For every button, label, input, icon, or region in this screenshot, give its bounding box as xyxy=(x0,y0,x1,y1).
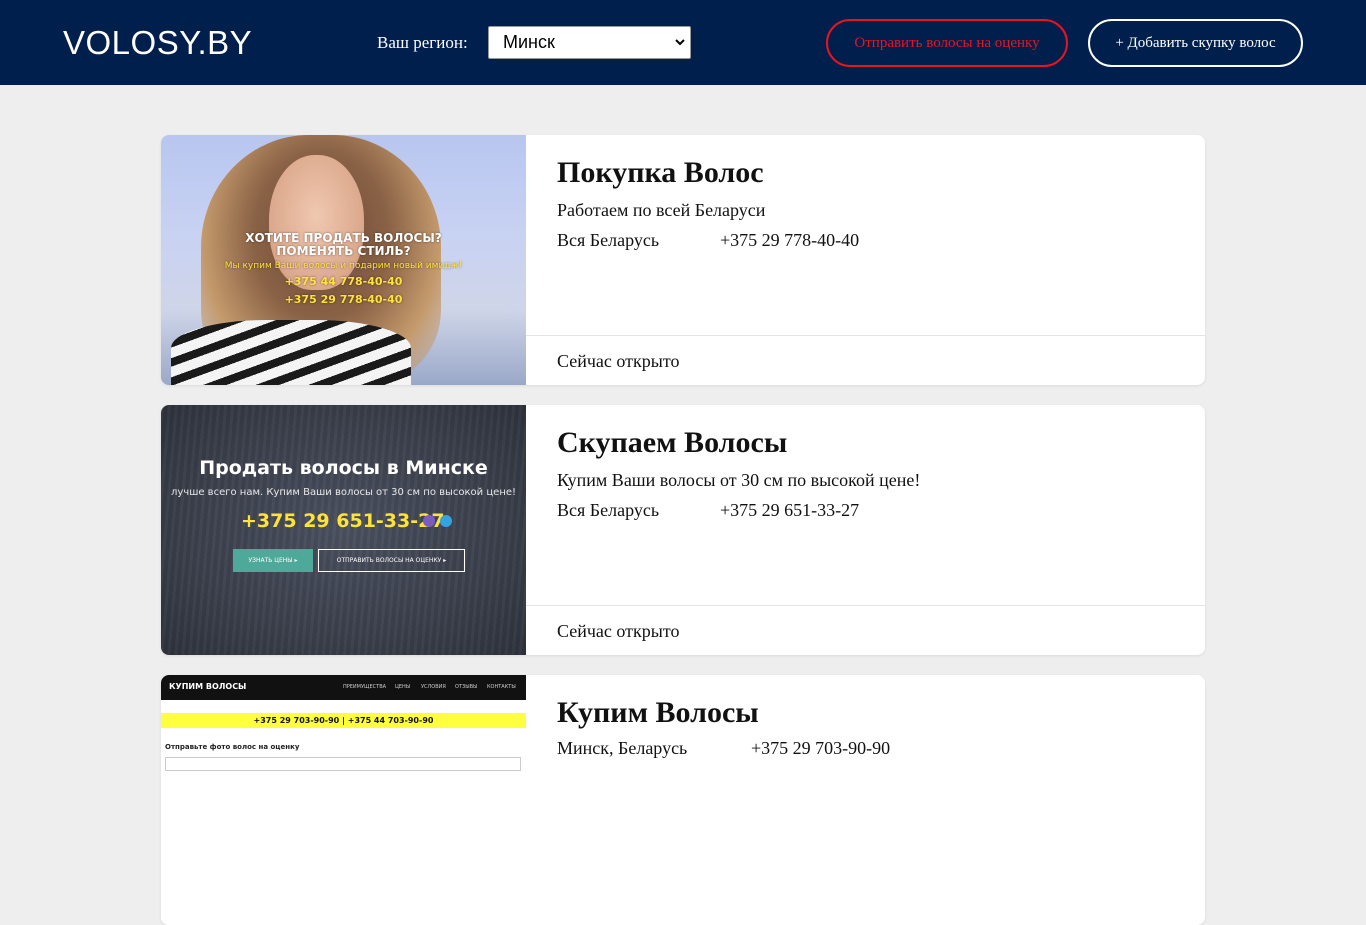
thumb-phone: +375 29 651-33-27 xyxy=(241,510,445,532)
thumb-headline-1: ХОТИТЕ ПРОДАТЬ ВОЛОСЫ? xyxy=(245,231,442,245)
listing-phone[interactable]: +375 29 651-33-27 xyxy=(720,500,859,521)
listing-thumbnail[interactable]: ХОТИТЕ ПРОДАТЬ ВОЛОСЫ? ПОМЕНЯТЬ СТИЛЬ? М… xyxy=(161,135,526,385)
chevron-down-icon xyxy=(675,39,685,46)
send-hair-evaluation-button[interactable]: Отправить волосы на оценку xyxy=(826,19,1068,67)
listing-phone[interactable]: +375 29 778-40-40 xyxy=(720,230,859,251)
thumb-striped-shirt xyxy=(171,320,411,385)
thumb-phone-1: +375 44 778-40-40 xyxy=(284,275,403,288)
site-logo[interactable]: VOLOSY.BY xyxy=(63,24,252,62)
listing-phone[interactable]: +375 29 703-90-90 xyxy=(751,738,890,759)
region-label: Ваш регион: xyxy=(377,33,468,52)
region-select[interactable]: Минск xyxy=(488,26,691,59)
site-header: VOLOSY.BY Ваш регион: Минск Отправить во… xyxy=(0,0,1366,85)
thumb-phone-2: +375 29 778-40-40 xyxy=(284,293,403,306)
listing-footer: Сейчас открыто xyxy=(526,605,1205,655)
open-status: Сейчас открыто xyxy=(557,351,680,371)
thumb-phone-bar: +375 29 703-90-90 | +375 44 703-90-90 xyxy=(161,713,526,728)
thumb-headline-2: ПОМЕНЯТЬ СТИЛЬ? xyxy=(276,244,411,258)
telegram-icon xyxy=(440,515,452,527)
listing-body: Скупаем Волосы Купим Ваши волосы от 30 с… xyxy=(526,405,1205,655)
listing-title[interactable]: Скупаем Волосы xyxy=(557,426,787,460)
thumb-nav-item: КОНТАКТЫ xyxy=(487,684,516,690)
listing-thumbnail[interactable]: Продать волосы в Минске лучше всего нам.… xyxy=(161,405,526,655)
thumb-form-field xyxy=(165,757,521,771)
listing-description: Работаем по всей Беларуси xyxy=(557,200,766,220)
thumb-evaluate-button: ОТПРАВИТЬ ВОЛОСЫ НА ОЦЕНКУ ▸ xyxy=(318,549,465,572)
open-status: Сейчас открыто xyxy=(557,621,680,641)
thumb-subtitle: лучше всего нам. Купим Ваши волосы от 30… xyxy=(170,487,517,498)
thumb-tagline: Мы купим Ваши волосы и подарим новый ими… xyxy=(224,261,463,271)
viber-icon xyxy=(423,515,435,527)
listing-title[interactable]: Купим Волосы xyxy=(557,696,759,730)
listing-thumbnail[interactable]: КУПИМ ВОЛОСЫ ПРЕИМУЩЕСТВА ЦЕНЫ УСЛОВИЯ О… xyxy=(161,675,526,925)
listing-location: Минск, Беларусь xyxy=(557,738,688,758)
listing-card[interactable]: Продать волосы в Минске лучше всего нам.… xyxy=(161,405,1205,655)
thumb-title: Продать волосы в Минске xyxy=(199,457,488,479)
listing-body: Покупка Волос Работаем по всей Беларуси … xyxy=(526,135,1205,385)
listing-location: Вся Беларусь xyxy=(557,230,660,250)
listing-description: Купим Ваши волосы от 30 см по высокой це… xyxy=(557,470,921,490)
listing-card[interactable]: КУПИМ ВОЛОСЫ ПРЕИМУЩЕСТВА ЦЕНЫ УСЛОВИЯ О… xyxy=(161,675,1205,925)
thumb-form-title: Отправьте фото волос на оценку xyxy=(165,743,300,751)
listing-location: Вся Беларусь xyxy=(557,500,660,520)
listing-body: Купим Волосы Минск, Беларусь +375 29 703… xyxy=(526,675,1205,925)
add-hair-buyer-button[interactable]: + Добавить скупку волос xyxy=(1088,19,1303,67)
thumb-nav-item: ОТЗЫВЫ xyxy=(455,684,478,690)
listing-title[interactable]: Покупка Волос xyxy=(557,156,764,190)
listing-footer: Сейчас открыто xyxy=(526,335,1205,385)
thumb-nav-item: ЦЕНЫ xyxy=(395,684,411,690)
thumb-brand: КУПИМ ВОЛОСЫ xyxy=(169,682,247,691)
listing-card[interactable]: ХОТИТЕ ПРОДАТЬ ВОЛОСЫ? ПОМЕНЯТЬ СТИЛЬ? М… xyxy=(161,135,1205,385)
thumb-prices-button: УЗНАТЬ ЦЕНЫ ▸ xyxy=(233,549,313,572)
thumb-nav-item: УСЛОВИЯ xyxy=(421,684,446,690)
thumb-nav-item: ПРЕИМУЩЕСТВА xyxy=(343,684,387,690)
region-selected-value: Минск xyxy=(503,32,555,52)
